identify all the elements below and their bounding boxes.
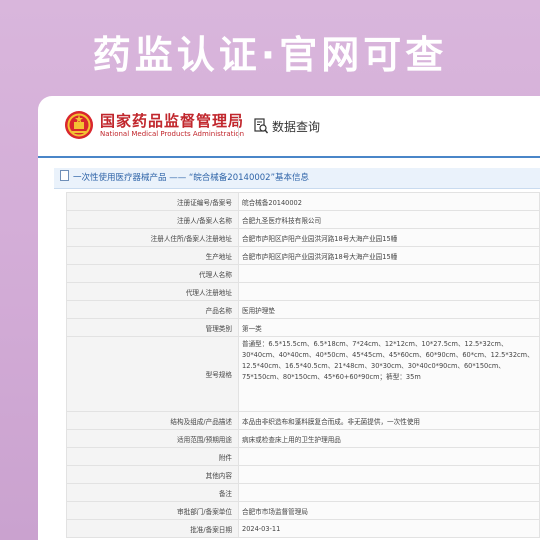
row-label: 附件 <box>66 447 239 466</box>
row-label: 注册人/备案人名称 <box>66 210 239 229</box>
row-value: 普通型：6.5*15.5cm、6.5*18cm、7*24cm、12*12cm、1… <box>238 336 540 412</box>
row-label: 批准/备案日期 <box>66 519 239 538</box>
org-name-cn[interactable]: 国家药品监督管理局 <box>100 110 244 131</box>
headline: 药监认证·官网可查 <box>92 33 448 77</box>
row-label: 适用范围/预期用途 <box>66 429 239 448</box>
row-value: 医用护理垫 <box>238 300 540 319</box>
row-value <box>238 447 540 466</box>
row-value: 合肥市市场监督管理局 <box>238 501 540 520</box>
row-label: 结构及组成/产品描述 <box>66 411 239 430</box>
row-value: 合肥市庐阳区庐阳产业园洪河路18号大海产业园15幢 <box>238 246 540 265</box>
data-query-link[interactable]: 数据查询 <box>272 118 320 135</box>
row-label: 注册证编号/备案号 <box>66 192 239 211</box>
row-label: 代理人注册地址 <box>66 282 239 301</box>
header-underline <box>38 156 540 158</box>
info-table: 注册证编号/备案号 皖合械备20140002 注册人/备案人名称 合肥九圣医疗科技有… <box>66 192 540 538</box>
row-label: 注册人住所/备案人注册地址 <box>66 228 239 247</box>
row-label: 代理人名称 <box>66 264 239 283</box>
table-row: 产品名称 医用护理垫 <box>66 300 540 319</box>
row-label: 型号规格 <box>66 336 239 412</box>
row-value <box>238 264 540 283</box>
table-row: 注册人住所/备案人注册地址 合肥市庐阳区庐阳产业园洪河路18号大海产业园15幢 <box>66 228 540 247</box>
row-label: 产品名称 <box>66 300 239 319</box>
nmpa-screenshot-card: 国家药品监督管理局 National Medical Products Admi… <box>38 96 540 540</box>
table-row: 注册人/备案人名称 合肥九圣医疗科技有限公司 <box>66 210 540 229</box>
row-value <box>238 483 540 502</box>
row-value: 合肥市庐阳区庐阳产业园洪河路18号大海产业园15幢 <box>238 228 540 247</box>
table-row: 其他内容 <box>66 465 540 484</box>
row-label: 生产地址 <box>66 246 239 265</box>
table-row: 生产地址 合肥市庐阳区庐阳产业园洪河路18号大海产业园15幢 <box>66 246 540 265</box>
section-title-text: 一次性使用医疗器械产品 —— “皖合械备20140002”基本信息 <box>73 173 309 183</box>
header-divider <box>238 116 239 138</box>
table-row: 批准/备案日期 2024-03-11 <box>66 519 540 538</box>
document-search-icon[interactable] <box>254 118 268 134</box>
row-value: 2024-03-11 <box>238 519 540 538</box>
row-value <box>238 282 540 301</box>
row-label: 管理类别 <box>66 318 239 337</box>
site-header: 国家药品监督管理局 National Medical Products Admi… <box>38 96 540 160</box>
row-label: 审批部门/备案单位 <box>66 501 239 520</box>
row-value: 病床或检查床上用的卫生护理用品 <box>238 429 540 448</box>
table-row: 备注 <box>66 483 540 502</box>
table-row: 审批部门/备案单位 合肥市市场监督管理局 <box>66 501 540 520</box>
row-value: 本品由非织造布和蓬料膜复合而成。非无菌提供，一次性使用 <box>238 411 540 430</box>
row-value: 第一类 <box>238 318 540 337</box>
row-value <box>238 465 540 484</box>
table-row: 适用范围/预期用途 病床或检查床上用的卫生护理用品 <box>66 429 540 448</box>
section-title: 一次性使用医疗器械产品 —— “皖合械备20140002”基本信息 <box>54 168 540 189</box>
table-row: 代理人注册地址 <box>66 282 540 301</box>
row-value: 合肥九圣医疗科技有限公司 <box>238 210 540 229</box>
table-row: 注册证编号/备案号 皖合械备20140002 <box>66 192 540 211</box>
document-icon <box>60 170 69 181</box>
table-row: 型号规格 普通型：6.5*15.5cm、6.5*18cm、7*24cm、12*12… <box>66 336 540 412</box>
table-row: 管理类别 第一类 <box>66 318 540 337</box>
table-row: 附件 <box>66 447 540 466</box>
national-emblem-icon[interactable] <box>64 110 94 140</box>
org-name-en: National Medical Products Administration <box>100 130 245 138</box>
table-row: 代理人名称 <box>66 264 540 283</box>
row-label: 备注 <box>66 483 239 502</box>
row-value: 皖合械备20140002 <box>238 192 540 211</box>
table-row: 结构及组成/产品描述 本品由非织造布和蓬料膜复合而成。非无菌提供，一次性使用 <box>66 411 540 430</box>
row-label: 其他内容 <box>66 465 239 484</box>
